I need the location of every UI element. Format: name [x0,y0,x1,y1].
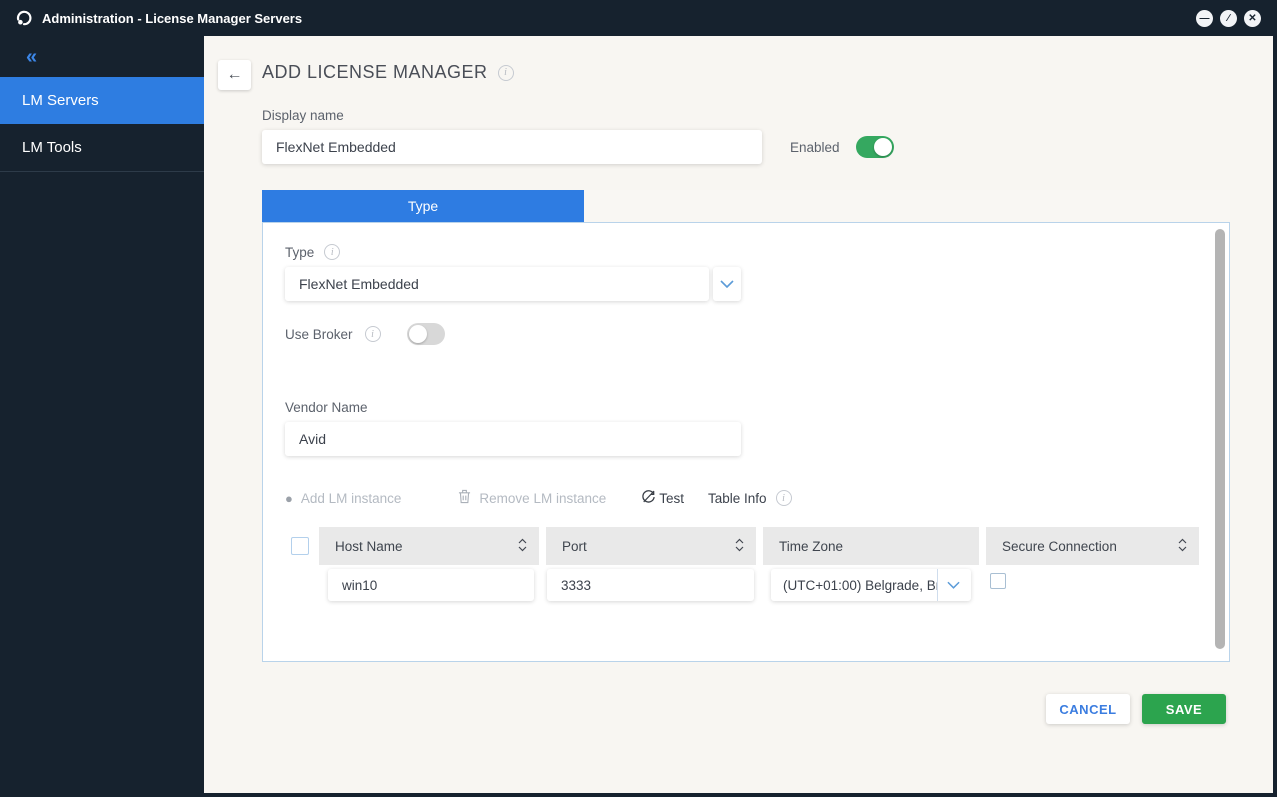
column-header-host-name[interactable]: Host Name [319,527,539,565]
save-button[interactable]: SAVE [1142,694,1226,724]
add-lm-instance-button[interactable]: ● Add LM instance [285,491,401,506]
test-icon [641,489,656,507]
tab-bar: Type [262,190,1230,222]
window-controls: — ∕ ✕ [1196,9,1267,27]
table-toolbar: ● Add LM instance Remove LM instance Tes… [285,485,792,511]
sort-icon [1178,538,1187,555]
type-info-icon[interactable]: i [324,244,341,260]
column-header-time-zone[interactable]: Time Zone [763,527,979,565]
column-header-port[interactable]: Port [546,527,756,565]
enabled-toggle[interactable] [855,136,894,158]
vertical-scrollbar[interactable] [1215,229,1225,649]
close-icon[interactable]: ✕ [1244,9,1261,27]
time-zone-select[interactable]: (UTC+01:00) Belgrade, Br [771,569,971,601]
sidebar: « LM Servers LM Tools [0,36,204,793]
minimize-icon[interactable]: — [1196,9,1213,27]
table-info-button[interactable]: Table Info i [708,490,792,506]
time-zone-value: (UTC+01:00) Belgrade, Br [783,577,937,593]
table-header: Host Name Port Time Zone Secure Connecti… [319,527,1199,565]
title-bar: Administration - License Manager Servers… [0,0,1277,36]
sort-icon [518,538,527,555]
cancel-button[interactable]: CANCEL [1046,694,1130,724]
sidebar-item-lm-tools[interactable]: LM Tools [0,124,204,172]
display-name-input[interactable] [262,130,762,164]
remove-lm-instance-button[interactable]: Remove LM instance [458,489,606,507]
page-title: ADD LICENSE MANAGER [262,62,488,82]
app-logo-icon [14,8,34,28]
toggle-knob [408,325,427,343]
table-info-icon: i [775,490,792,506]
main-content: ← ADD LICENSE MANAGER i Display name Ena… [204,36,1273,793]
app-window: Administration - License Manager Servers… [0,0,1277,797]
use-broker-toggle[interactable] [406,323,445,345]
vendor-name-input[interactable] [285,422,741,456]
back-button[interactable]: ← [218,60,251,90]
type-select-value: FlexNet Embedded [285,267,709,301]
window-title: Administration - License Manager Servers [42,10,303,26]
type-select[interactable]: FlexNet Embedded [285,267,741,301]
use-broker-label: Use Broker [285,326,353,342]
chevron-down-icon [713,267,741,301]
type-label: Type [285,244,315,260]
remove-lm-instance-label: Remove LM instance [479,490,607,506]
add-dot-icon: ● [285,490,293,506]
toggle-knob [873,138,892,156]
enabled-label: Enabled [790,139,840,155]
select-all-checkbox[interactable] [291,537,309,555]
sidebar-item-lm-servers[interactable]: LM Servers [0,77,204,124]
chevron-down-icon [937,569,969,601]
sidebar-collapse-icon[interactable]: « [26,46,37,69]
column-header-secure-connection[interactable]: Secure Connection [986,527,1199,565]
host-name-input[interactable] [328,569,534,601]
use-broker-info-icon[interactable]: i [364,326,381,342]
type-panel: Type i FlexNet Embedded Use Broker i Ven… [262,222,1230,662]
trash-icon [458,489,471,507]
table-info-label: Table Info [708,490,767,506]
port-input[interactable] [547,569,754,601]
sidebar-item-label: LM Servers [22,92,99,109]
page-title-info-icon[interactable]: i [497,64,514,81]
display-name-label: Display name [262,108,344,123]
test-label: Test [659,490,684,506]
tab-type[interactable]: Type [262,190,584,222]
sort-icon [735,538,744,555]
vendor-name-label: Vendor Name [285,400,368,415]
add-lm-instance-label: Add LM instance [300,490,402,506]
restore-icon[interactable]: ∕ [1220,9,1237,27]
secure-connection-checkbox[interactable] [990,573,1006,589]
sidebar-item-label: LM Tools [22,139,82,156]
test-button[interactable]: Test [641,489,684,507]
